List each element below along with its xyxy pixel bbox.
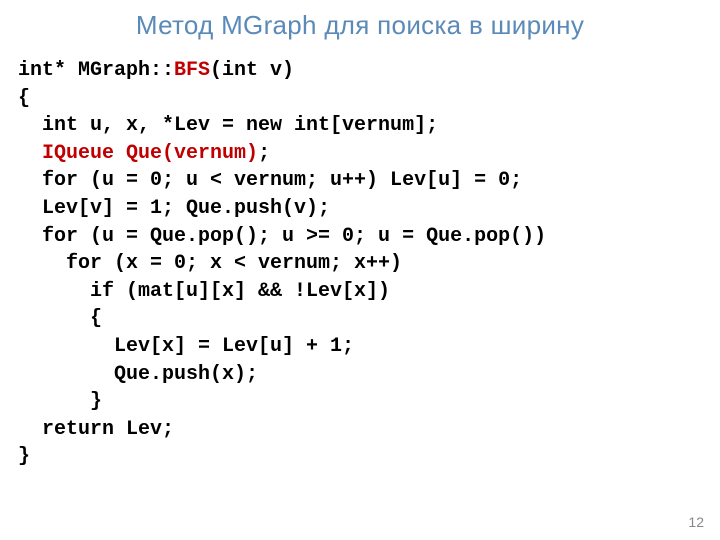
code-line-7: for (u = Que.pop(); u >= 0; u = Que.pop(… xyxy=(18,225,546,248)
code-line-4c: ; xyxy=(258,142,270,165)
code-line-2: { xyxy=(18,87,30,110)
slide: Метод MGraph для поиска в ширину int* MG… xyxy=(0,0,720,540)
code-line-14: return Lev; xyxy=(18,418,174,441)
code-line-1c: (int v) xyxy=(210,59,294,82)
code-line-11: Lev[x] = Lev[u] + 1; xyxy=(18,335,354,358)
code-line-4a xyxy=(18,142,42,165)
code-line-1a: int* MGraph:: xyxy=(18,59,174,82)
code-line-5: for (u = 0; u < vernum; u++) Lev[u] = 0; xyxy=(18,169,522,192)
code-line-8: for (x = 0; x < vernum; x++) xyxy=(18,252,402,275)
page-number: 12 xyxy=(688,514,704,530)
code-block: int* MGraph::BFS(int v) { int u, x, *Lev… xyxy=(0,41,720,471)
code-line-13: } xyxy=(18,390,102,413)
code-line-15: } xyxy=(18,445,30,468)
code-line-6: Lev[v] = 1; Que.push(v); xyxy=(18,197,330,220)
code-line-9: if (mat[u][x] && !Lev[x]) xyxy=(18,280,390,303)
code-line-12: Que.push(x); xyxy=(18,363,258,386)
slide-title: Метод MGraph для поиска в ширину xyxy=(0,0,720,41)
code-line-1b: BFS xyxy=(174,59,210,82)
code-line-3: int u, x, *Lev = new int[vernum]; xyxy=(18,114,438,137)
code-line-4b: IQueue Que(vernum) xyxy=(42,142,258,165)
code-line-10: { xyxy=(18,307,102,330)
